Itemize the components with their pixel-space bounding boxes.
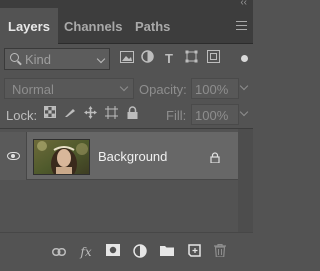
fill-input[interactable]: 100% [191, 104, 239, 125]
new-layer-icon[interactable] [186, 244, 202, 260]
fx-icon[interactable]: fx [78, 244, 94, 260]
trash-icon[interactable] [212, 243, 228, 260]
panel-tabbar: Layers Channels Paths [0, 8, 253, 44]
layer-mask-icon[interactable] [105, 244, 121, 260]
layer-name[interactable]: Background [98, 149, 167, 164]
lock-transparent-pixels-icon[interactable] [42, 106, 58, 122]
layer-row-background[interactable]: Background [0, 132, 238, 180]
visibility-toggle[interactable] [0, 132, 27, 180]
layer-lock-icon [210, 150, 220, 164]
layer-thumbnail[interactable] [33, 139, 90, 175]
lock-image-pixels-icon[interactable] [62, 106, 78, 122]
tab-paths[interactable]: Paths [135, 8, 170, 44]
tab-channels[interactable]: Channels [64, 8, 123, 44]
adjustment-layer-icon[interactable] [132, 244, 148, 260]
fill-label: Fill: [166, 108, 187, 123]
layers-scrollbar[interactable] [238, 129, 253, 233]
blend-row: Normal Opacity: 100% [0, 78, 253, 100]
eye-icon [7, 152, 20, 160]
panel-menu-icon[interactable] [236, 21, 247, 30]
lock-artboard-icon[interactable] [103, 106, 119, 122]
opacity-label: Opacity: [139, 82, 187, 97]
panel-footer: fx [0, 232, 253, 271]
group-folder-icon[interactable] [159, 244, 175, 260]
layers-list: Background [0, 128, 253, 233]
lock-position-icon[interactable] [82, 106, 98, 122]
panel-title-bar: ‹‹ [0, 0, 253, 8]
opacity-input[interactable]: 100% [191, 78, 239, 99]
fill-slider-toggle[interactable] [239, 107, 249, 117]
link-layers-icon[interactable] [51, 244, 67, 260]
filter-kind-label: Kind [25, 52, 52, 67]
type-filter-icon[interactable]: T [160, 50, 178, 68]
adjustment-filter-icon[interactable] [138, 50, 156, 68]
lock-label: Lock: [6, 108, 38, 123]
filter-kind-select[interactable]: Kind [4, 48, 110, 70]
blend-mode-value: Normal [12, 82, 54, 97]
chevron-down-icon [96, 54, 106, 64]
lock-row: Lock: Fill: 100% [0, 104, 253, 126]
blend-mode-select[interactable]: Normal [4, 78, 134, 99]
filter-toggle-switch[interactable] [241, 55, 248, 62]
search-icon [10, 53, 19, 62]
opacity-slider-toggle[interactable] [239, 81, 249, 91]
tab-layers[interactable]: Layers [0, 8, 58, 44]
image-filter-icon[interactable] [118, 50, 136, 68]
filter-row: Kind T [0, 48, 253, 72]
shape-filter-icon[interactable] [182, 50, 200, 68]
lock-all-icon[interactable] [124, 106, 140, 122]
smart-object-filter-icon[interactable] [204, 50, 222, 68]
chevron-down-icon [119, 82, 129, 92]
